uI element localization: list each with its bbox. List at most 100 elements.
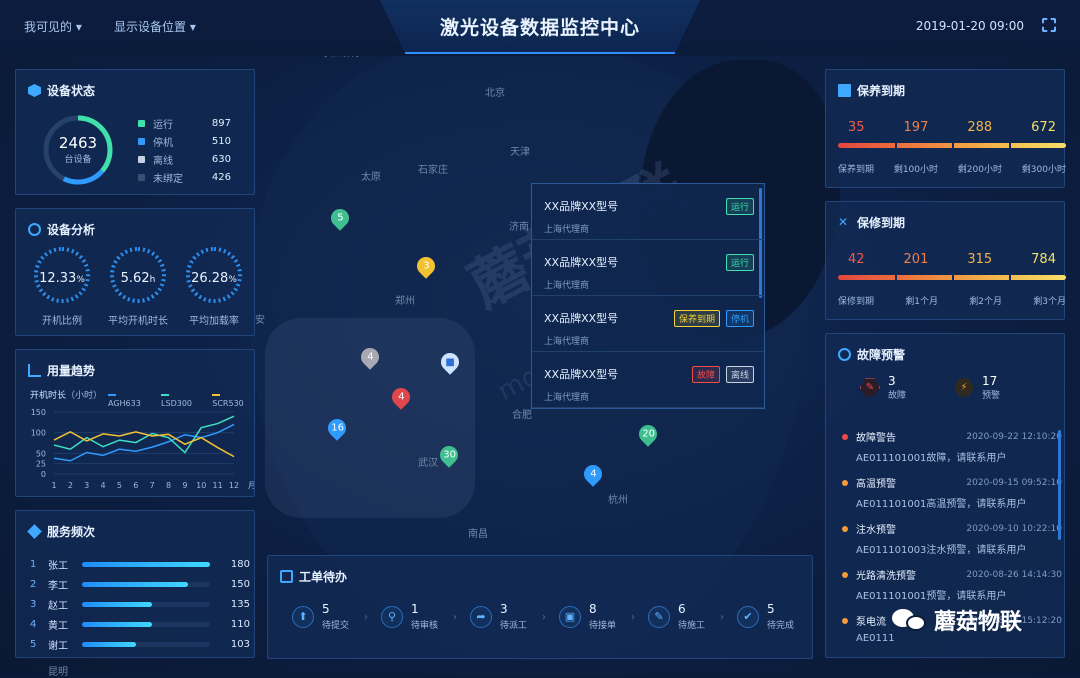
brand-watermark: 蘑菇物联 xyxy=(892,604,1022,636)
complete-icon: ✔ xyxy=(737,605,759,628)
alarm-type: 高温预警 xyxy=(856,479,896,490)
service-bar-track xyxy=(82,562,210,567)
repair-label: 剩3个月 xyxy=(1033,297,1066,307)
accept-icon: ▣ xyxy=(559,605,581,628)
maint-value: 672 xyxy=(1031,120,1056,135)
maintenance-title: 保养到期 xyxy=(838,82,905,99)
gauge-label: 平均加载率 xyxy=(189,316,239,327)
alarm-item[interactable]: 光路清洗预警 2020-08-26 14:14:30 AE011101001预警，请… xyxy=(842,567,1062,602)
chevron-right-icon: › xyxy=(453,612,457,623)
service-row: 2 李工 150 xyxy=(30,577,250,592)
alarm-scrollbar[interactable] xyxy=(1058,430,1061,540)
alarm-desc: AE011101001高温预警，请联系用户 xyxy=(856,499,1027,510)
construct-icon: ✎ xyxy=(648,605,670,628)
chevron-right-icon: › xyxy=(542,612,546,623)
device-row[interactable]: XX品牌XX型号 上海代理商 运行 xyxy=(532,184,764,240)
service-count: 135 xyxy=(230,599,250,610)
alarm-time: 2020-08-26 14:14:30 xyxy=(966,569,1062,580)
device-agent: 上海代理商 xyxy=(544,281,590,291)
x-tick-label: 11 xyxy=(213,481,223,490)
cube-icon xyxy=(28,84,41,97)
workorder-step[interactable]: ➦ 3 待派工 xyxy=(470,602,527,631)
workorder-step[interactable]: ▣ 8 待接单 xyxy=(559,602,616,631)
panel-title: 工单待办 xyxy=(299,570,348,584)
step-count: 1 xyxy=(411,602,419,616)
maint-value: 197 xyxy=(903,120,929,135)
maint-value: 35 xyxy=(848,120,865,135)
legend-swatch xyxy=(138,173,145,181)
tools-icon: ✕ xyxy=(838,215,849,229)
alarm-item[interactable]: 高温预警 2020-09-15 09:52:10 AE011101001高温预警，请… xyxy=(842,475,1062,510)
repair-gradient-bar xyxy=(838,275,1066,280)
device-agent: 上海代理商 xyxy=(544,225,590,235)
device-popup[interactable]: XX品牌XX型号 上海代理商 运行 XX品牌XX型号 上海代理商 运行 XX品牌XX型号 上海… xyxy=(531,183,765,409)
gauge-unit: % xyxy=(76,275,85,285)
location-dropdown[interactable]: 显示设备位置 ▾ xyxy=(114,18,196,35)
repair-label: 剩2个月 xyxy=(969,297,1002,307)
alarm-item[interactable]: 故障警告 2020-09-22 12:10:20 AE011101001故障，请联系… xyxy=(842,429,1062,464)
usage-trend-chart: 025501001501 2 3 4 5 6 7 8 9 10 11 12 月 xyxy=(31,408,254,490)
status-badge: 停机 xyxy=(725,310,754,327)
service-row: 1 张工 180 xyxy=(30,557,250,572)
service-bar-track xyxy=(82,642,210,647)
chevron-right-icon: › xyxy=(631,612,635,623)
workorder-title: 工单待办 xyxy=(280,568,347,585)
workorder-step[interactable]: ✔ 5 待完成 xyxy=(737,602,794,631)
workorder-step[interactable]: ✎ 6 待施工 xyxy=(648,602,705,631)
gauge-load-rate: 26.28% 平均加载率 xyxy=(184,253,244,327)
device-total: 2463 xyxy=(58,134,98,152)
x-tick-label: 7 xyxy=(150,481,155,490)
repair-value: 784 xyxy=(1031,252,1056,267)
device-total-label: 台设备 xyxy=(64,155,92,165)
step-count: 5 xyxy=(767,602,775,616)
gauge-avg-duration: 5.62h 平均开机时长 xyxy=(108,253,168,327)
legend-swatch xyxy=(138,137,145,145)
x-tick-label: 2 xyxy=(68,481,73,490)
usage-trend-title: 用量趋势 xyxy=(28,362,95,379)
device-row[interactable]: XX品牌XX型号 上海代理商 运行 xyxy=(532,240,764,296)
device-row[interactable]: XX品牌XX型号 上海代理商 停机 保养到期 xyxy=(532,296,764,352)
city-label: 郑州 xyxy=(395,296,415,307)
legend-swatch xyxy=(138,155,145,163)
maint-label: 保养到期 xyxy=(838,165,875,175)
workorder-panel: 工单待办 ⬆ 5 待提交 › ⚲ 1 待审核 › ➦ 3 待派工 › ▣ 8 待接单 › ✎ 6 待施工 › ✔ 5 待完成 xyxy=(267,555,813,659)
panel-title: 设备状态 xyxy=(47,84,96,98)
x-axis-unit: 月 xyxy=(248,481,254,490)
workorder-step[interactable]: ⚲ 1 待审核 xyxy=(381,602,438,631)
device-status-legend: 运行 897 停机 510 离线 630 未绑定 426 xyxy=(138,114,231,186)
city-label: 合肥 xyxy=(512,410,532,421)
repair-label: 剩1个月 xyxy=(905,297,938,307)
legend-swatch xyxy=(108,393,116,396)
submit-icon: ⬆ xyxy=(292,605,314,628)
alarm-time: 2020-09-10 10:22:10 xyxy=(966,523,1062,534)
visibility-dropdown[interactable]: 我可见的 ▾ xyxy=(24,18,82,35)
device-status-title: 设备状态 xyxy=(28,82,95,99)
gauge-value: 12.33 xyxy=(39,271,77,286)
legend-label: 运行 xyxy=(153,119,173,131)
repair-value: 201 xyxy=(903,252,929,267)
device-row[interactable]: XX品牌XX型号 上海代理商 离线 故障 xyxy=(532,352,764,408)
step-label: 待接单 xyxy=(589,621,617,631)
engineer-name: 赵工 xyxy=(48,601,68,612)
legend-value: 897 xyxy=(211,117,231,129)
step-count: 6 xyxy=(678,602,686,616)
repair-value: 315 xyxy=(967,252,993,267)
alarm-item[interactable]: 注水预警 2020-09-10 10:22:10 AE011101003注水预警，请… xyxy=(842,521,1062,556)
alarm-dot xyxy=(842,433,848,440)
service-bar-fill xyxy=(82,642,136,647)
step-label: 待提交 xyxy=(322,621,350,631)
chevron-right-icon: › xyxy=(364,612,368,623)
engineer-name: 谢工 xyxy=(48,641,68,652)
alarm-dot xyxy=(842,617,848,624)
workorder-step[interactable]: ⬆ 5 待提交 xyxy=(292,602,349,631)
engineer-name: 李工 xyxy=(48,581,68,592)
trend-icon xyxy=(28,364,41,377)
location-dropdown-label: 显示设备位置 xyxy=(114,20,187,34)
city-label: 济南 xyxy=(509,222,529,233)
alarm-dot xyxy=(842,571,848,578)
alarm-time: 2020-09-15 09:52:10 xyxy=(966,477,1062,488)
legend-label: 离线 xyxy=(153,155,173,167)
alert-icon xyxy=(838,348,851,361)
fullscreen-icon[interactable] xyxy=(1042,18,1056,32)
document-icon xyxy=(838,84,851,97)
